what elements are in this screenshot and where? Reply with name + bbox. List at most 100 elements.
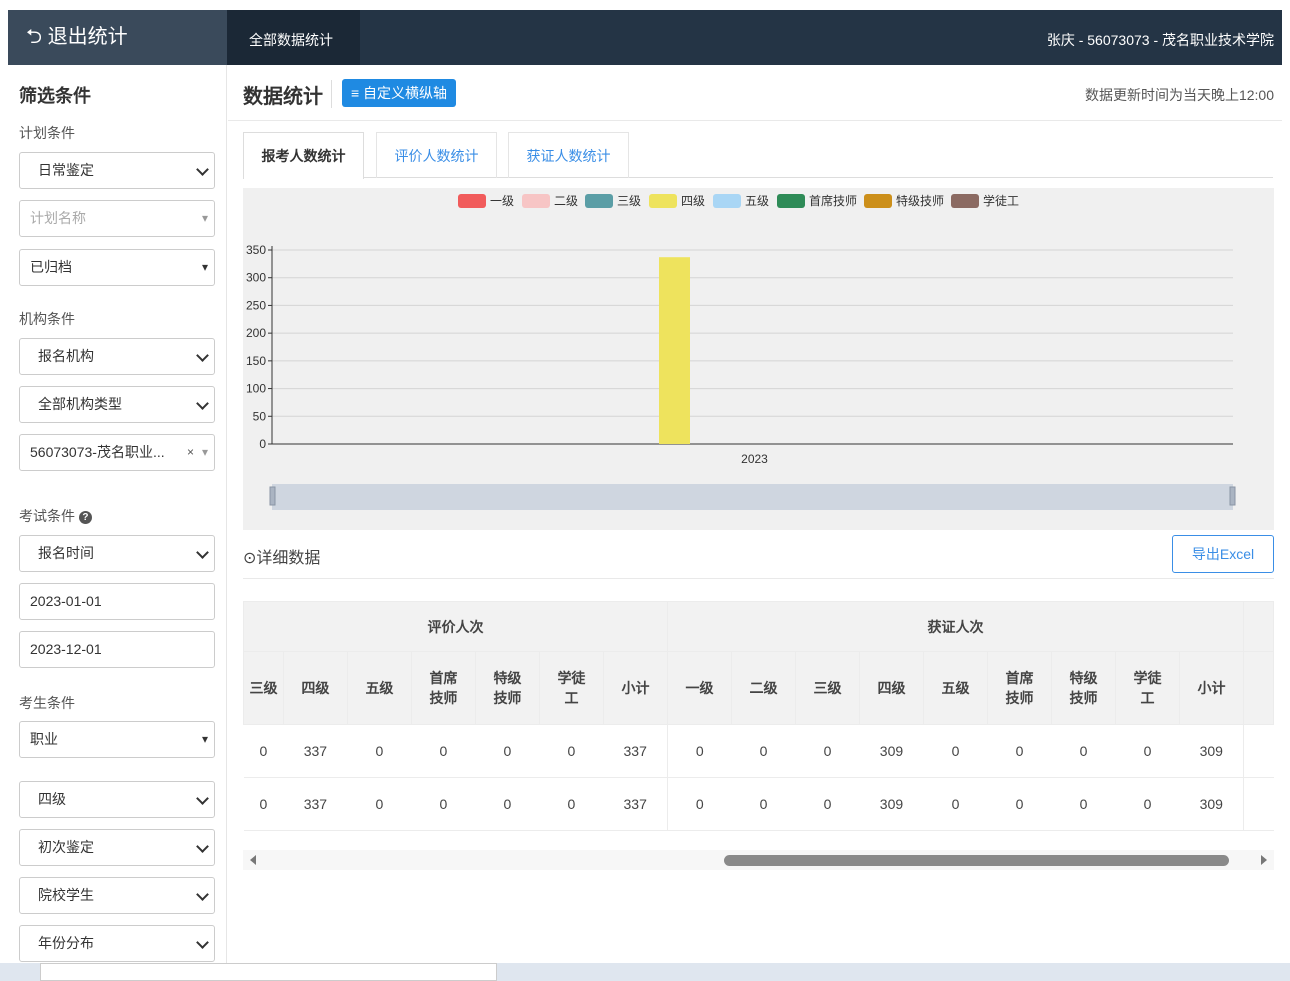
zoom-slider-track: [272, 484, 1233, 510]
table-row: 0 337 0 0 0 0 337 0 0 0 309 0 0 0 0 309: [243, 777, 1274, 831]
org-select-value: 报名机构: [38, 348, 94, 364]
table-cell: 0: [539, 777, 604, 831]
chart-svg: 一级 二级 三级 四级 五级 首席技师 特级技师 学徒工 0 50 100 150 200 250 300 3…: [246, 193, 1236, 510]
zoom-slider-handle-left: [269, 486, 276, 506]
table-cell: [1243, 777, 1274, 831]
table-cell: 0: [666, 724, 732, 778]
column-header: 五级: [346, 651, 412, 725]
plan-name-select[interactable]: 计划名称 ▾: [19, 200, 215, 237]
cert-group-header: 获证人次: [666, 601, 1245, 652]
table-cell: 0: [411, 724, 476, 778]
user-info: 张庆 - 56073073 - 茂名职业技术学院: [1046, 32, 1274, 48]
column-header: 五级: [923, 651, 988, 725]
table-cell: 337: [283, 777, 348, 831]
org-type-select[interactable]: 全部机构类型: [19, 386, 215, 423]
start-date-field[interactable]: 2023-01-01: [19, 583, 215, 620]
scroll-thumb[interactable]: [724, 855, 1229, 866]
start-date-value: 2023-01-01: [30, 593, 102, 609]
level-value: 四级: [38, 791, 66, 807]
legend-swatch: [777, 194, 805, 208]
tab-evaluation-stats[interactable]: 评价人数统计: [376, 132, 497, 178]
table-cell: 0: [731, 724, 796, 778]
legend-swatch: [864, 194, 892, 208]
column-header: 三级: [243, 651, 284, 725]
column-header: 二级: [730, 651, 796, 725]
y-tick-label: 200: [246, 326, 266, 340]
column-header: 小计: [602, 651, 668, 725]
student-type-select[interactable]: 院校学生: [19, 877, 215, 914]
y-tick-label: 100: [246, 382, 266, 396]
filter-title: 筛选条件: [19, 86, 91, 106]
legend-label: 四级: [681, 194, 705, 208]
table-row: 0 337 0 0 0 0 337 0 0 0 309 0 0 0 0 309: [243, 724, 1274, 778]
chevron-down-icon: [196, 936, 209, 949]
plan-type-value: 日常鉴定: [38, 162, 94, 178]
chevron-down-icon: [196, 349, 209, 362]
table-cell: [1243, 724, 1274, 778]
tab-registration-stats[interactable]: 报考人数统计: [243, 132, 364, 179]
legend-swatch: [458, 194, 486, 208]
y-tick-label: 350: [246, 243, 266, 257]
chevron-down-icon: [196, 397, 209, 410]
year-distribution-value: 年份分布: [38, 935, 94, 951]
plan-type-select[interactable]: 日常鉴定: [19, 152, 215, 189]
plan-status-select[interactable]: 已归档 ▾: [19, 249, 215, 286]
caret-down-icon: ▾: [201, 260, 208, 274]
end-date-value: 2023-12-01: [30, 641, 102, 657]
table-cell: 0: [923, 724, 988, 778]
org-value: 56073073-茂名职业...: [30, 444, 165, 460]
table-cell: 0: [1051, 777, 1116, 831]
table-cell: 0: [731, 777, 796, 831]
caret-down-icon: ▾: [201, 445, 208, 459]
occupation-value: 职业: [30, 731, 58, 747]
table-cell: 0: [347, 777, 412, 831]
legend-swatch: [649, 194, 677, 208]
year-distribution-select[interactable]: 年份分布: [19, 925, 215, 962]
tab-all-data-stats[interactable]: 全部数据统计: [227, 10, 360, 65]
table-cell: 0: [923, 777, 988, 831]
taskbar-search[interactable]: [40, 963, 497, 981]
org-type-value: 全部机构类型: [38, 396, 122, 412]
org-select[interactable]: 报名机构: [19, 338, 215, 375]
occupation-select[interactable]: 职业 ▾: [19, 721, 215, 758]
chevron-down-icon: [196, 888, 209, 901]
scroll-left-arrow[interactable]: [250, 855, 256, 865]
horizontal-scrollbar[interactable]: [243, 850, 1274, 870]
legend-label: 首席技师: [809, 193, 857, 208]
y-tick-label: 50: [253, 409, 267, 423]
export-excel-button[interactable]: 导出Excel: [1172, 535, 1274, 573]
title-divider: [331, 80, 332, 108]
exit-stats-button[interactable]: ⮌ 退出统计: [8, 10, 227, 65]
caret-down-icon: ▾: [201, 732, 208, 746]
y-tick-label: 250: [246, 298, 266, 312]
bar-chart: 一级 二级 三级 四级 五级 首席技师 特级技师 学徒工 0 50 100 150 200 250 300 3…: [243, 188, 1274, 530]
scroll-right-arrow[interactable]: [1261, 855, 1267, 865]
clear-icon[interactable]: ×: [187, 435, 194, 470]
header-divider: [228, 120, 1282, 121]
appraisal-type-select[interactable]: 初次鉴定: [19, 829, 215, 866]
org-value-select[interactable]: 56073073-茂名职业... × ▾: [19, 434, 215, 471]
table-cell: 0: [987, 777, 1052, 831]
exam-time-select[interactable]: 报名时间: [19, 535, 215, 572]
tab-certification-stats[interactable]: 获证人数统计: [508, 132, 629, 178]
column-header: 四级: [282, 651, 348, 725]
column-header: 学徒 工: [1115, 651, 1180, 725]
legend-label: 学徒工: [983, 193, 1019, 208]
detail-divider: [243, 578, 1274, 579]
student-type-value: 院校学生: [38, 887, 94, 903]
chevron-down-icon: [196, 840, 209, 853]
bar-四级: [659, 257, 690, 444]
column-header: 特级 技师: [1051, 651, 1116, 725]
custom-axis-button[interactable]: ≡ 自定义横纵轴: [342, 79, 457, 107]
exam-time-value: 报名时间: [38, 545, 94, 561]
end-date-field[interactable]: 2023-12-01: [19, 631, 215, 668]
plan-conditions-label: 计划条件: [19, 125, 75, 141]
y-tick-label: 300: [246, 271, 266, 285]
table-cell: 337: [603, 777, 668, 831]
detail-data-toggle[interactable]: ⊙详细数据: [243, 544, 320, 568]
legend-swatch: [951, 194, 979, 208]
level-select[interactable]: 四级: [19, 781, 215, 818]
page-title: 数据统计: [243, 86, 323, 108]
table-cell: 309: [859, 724, 924, 778]
help-icon[interactable]: ?: [78, 510, 92, 524]
